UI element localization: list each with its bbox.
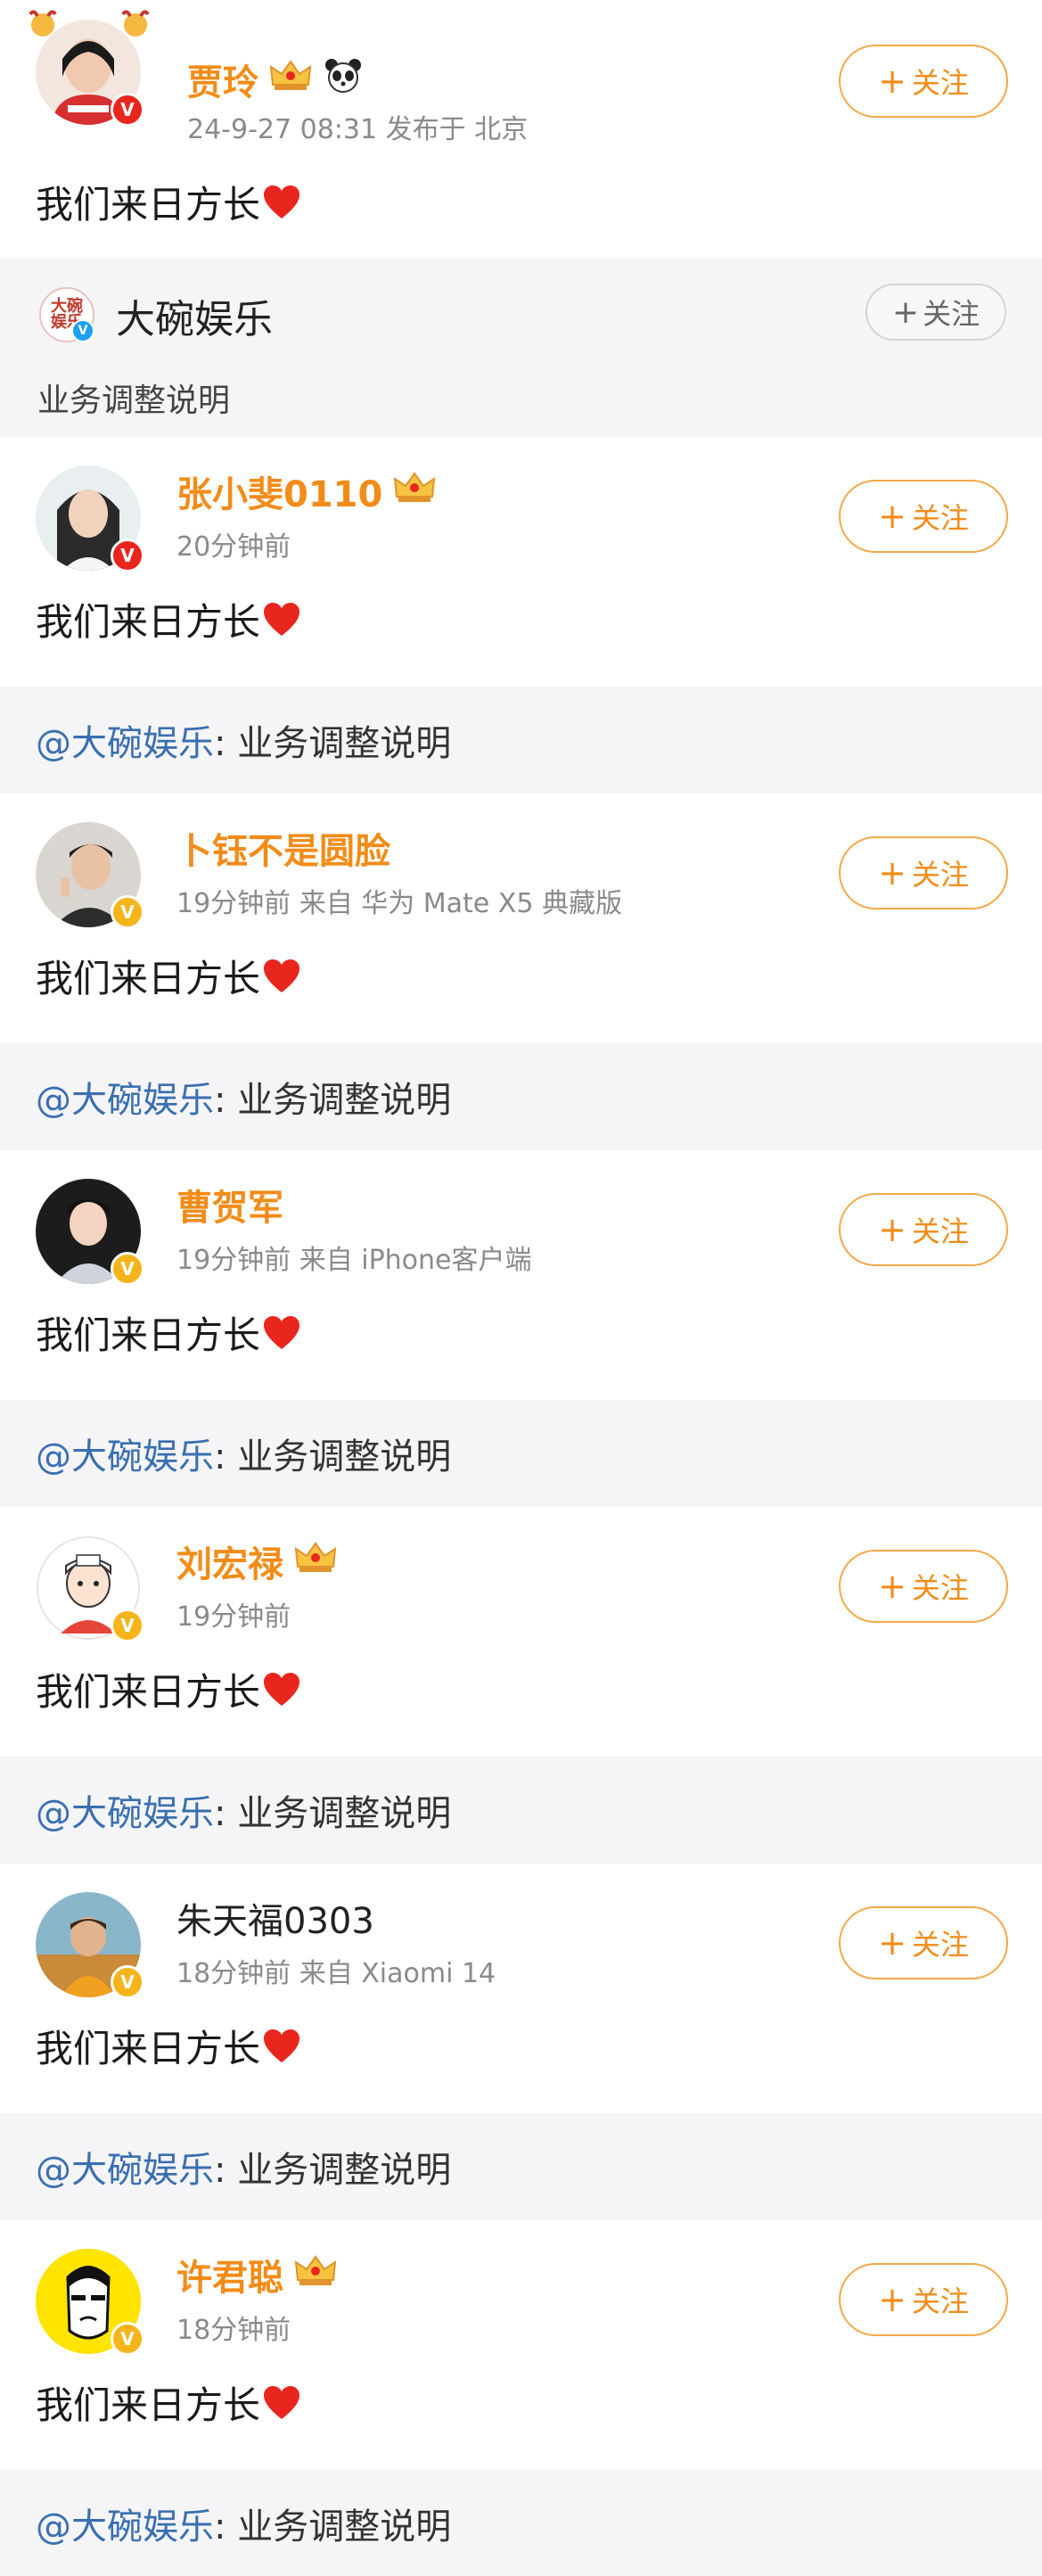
- verified-gold-icon: V: [111, 895, 144, 929]
- heart-icon: [264, 2385, 300, 2419]
- quoted-source-bar[interactable]: @大碗娱乐 : 业务调整说明: [0, 1043, 1042, 1150]
- author-name[interactable]: 曹贺军: [176, 1179, 283, 1230]
- follow-button[interactable]: + 关注: [839, 1550, 1008, 1623]
- plus-icon: +: [878, 853, 907, 893]
- post-meta: 19分钟前 来自 华为 Mate X5 典藏版: [176, 888, 622, 919]
- top-post: V 贾玲 24-9-27 08:31 发布于 北京 + 关注 我们来日方长: [0, 0, 1042, 259]
- panda-icon: [323, 56, 364, 103]
- mention-link[interactable]: @大碗娱乐: [36, 1071, 214, 1123]
- heart-icon: [264, 2029, 300, 2062]
- heart-icon: [264, 602, 300, 636]
- post-content: 我们来日方长: [36, 592, 301, 646]
- ox-decoration-icon: [29, 10, 57, 37]
- post-meta: 18分钟前 来自 Xiaomi 14: [176, 1958, 496, 1989]
- heart-icon: [264, 1315, 300, 1349]
- author-name[interactable]: 刘宏禄: [176, 1535, 339, 1587]
- repost-item: V 张小斐0110 20分钟前 + 关注 我们来日方长: [0, 437, 1042, 678]
- author-name[interactable]: 贾玲: [187, 53, 364, 105]
- source-post[interactable]: 大碗娱乐 V 大碗娱乐 + 关注 业务调整说明: [0, 259, 1042, 437]
- quoted-source-bar[interactable]: @大碗娱乐 : 业务调整说明: [0, 2470, 1042, 2576]
- quoted-source-bar[interactable]: @大碗娱乐 : 业务调整说明: [0, 2113, 1042, 2220]
- post-meta: 18分钟前: [176, 2315, 291, 2346]
- avatar[interactable]: V: [36, 1535, 144, 1642]
- quoted-text: : 业务调整说明: [214, 723, 452, 764]
- verified-red-icon: V: [111, 539, 144, 572]
- follow-button[interactable]: + 关注: [839, 1906, 1008, 1979]
- quoted-source-bar[interactable]: @大碗娱乐 : 业务调整说明: [0, 1400, 1042, 1507]
- heart-icon: [264, 185, 300, 218]
- verified-gold-icon: V: [111, 1609, 144, 1642]
- crown-badge-icon: [391, 468, 438, 514]
- heart-icon: [264, 959, 300, 992]
- post-meta: 24-9-27 08:31 发布于 北京: [187, 114, 529, 145]
- plus-icon: +: [878, 1923, 907, 1963]
- avatar[interactable]: V: [36, 465, 144, 572]
- verified-red-icon: V: [111, 93, 144, 127]
- quoted-source-bar[interactable]: @大碗娱乐 : 业务调整说明: [0, 687, 1042, 794]
- post-meta: 19分钟前 来自 iPhone客户端: [176, 1245, 532, 1276]
- follow-button[interactable]: + 关注: [839, 836, 1008, 909]
- verified-gold-icon: V: [111, 1965, 144, 1999]
- quoted-text: : 业务调整说明: [214, 2150, 452, 2191]
- author-name[interactable]: 卜钰不是圆脸: [176, 822, 390, 874]
- source-logo[interactable]: 大碗娱乐 V: [39, 287, 94, 342]
- author-name[interactable]: 许君聪: [176, 2249, 339, 2300]
- avatar[interactable]: V: [36, 1179, 144, 1286]
- quoted-text: : 业务调整说明: [214, 2506, 452, 2547]
- repost-item: V 朱天福0303 18分钟前 来自 Xiaomi 14 + 关注 我们来日方长: [0, 1864, 1042, 2104]
- repost-item: V 许君聪 18分钟前 + 关注 我们来日方长: [0, 2220, 1042, 2461]
- post-content: 我们来日方长: [36, 2375, 301, 2430]
- plus-icon: +: [891, 293, 920, 331]
- author-name[interactable]: 张小斐0110: [176, 465, 438, 517]
- crown-badge-icon: [292, 2251, 339, 2298]
- mention-link[interactable]: @大碗娱乐: [36, 1784, 214, 1836]
- follow-button[interactable]: + 关注: [839, 2263, 1008, 2336]
- quoted-text: : 业务调整说明: [214, 1436, 452, 1477]
- avatar[interactable]: V: [36, 1892, 144, 1999]
- mention-link[interactable]: @大碗娱乐: [36, 714, 214, 766]
- avatar[interactable]: V: [29, 10, 150, 127]
- post-content: 我们来日方长: [36, 1662, 301, 1716]
- plus-icon: +: [878, 1210, 907, 1249]
- source-name[interactable]: 大碗娱乐: [116, 287, 273, 344]
- avatar[interactable]: V: [36, 822, 144, 929]
- plus-icon: +: [878, 1567, 907, 1606]
- post-content: 我们来日方长: [36, 175, 301, 229]
- quoted-source-bar[interactable]: @大碗娱乐 : 业务调整说明: [0, 1757, 1042, 1864]
- repost-item: V 曹贺军 19分钟前 来自 iPhone客户端 + 关注 我们来日方长: [0, 1150, 1042, 1391]
- crown-badge-icon: [292, 1538, 339, 1584]
- post-content: 我们来日方长: [36, 949, 301, 1003]
- verified-gold-icon: V: [111, 2322, 144, 2356]
- weibo-feed: V 贾玲 24-9-27 08:31 发布于 北京 + 关注 我们来日方长 大碗…: [0, 0, 1042, 2576]
- post-content: 我们来日方长: [36, 2019, 301, 2073]
- source-follow-button[interactable]: + 关注: [866, 284, 1006, 341]
- avatar[interactable]: V: [36, 2249, 144, 2356]
- repost-item: V 卜钰不是圆脸 19分钟前 来自 华为 Mate X5 典藏版 + 关注 我们…: [0, 794, 1042, 1034]
- crown-badge-icon: [267, 56, 314, 103]
- repost-item: V 刘宏禄 19分钟前 + 关注 我们来日方长: [0, 1507, 1042, 1748]
- post-content: 我们来日方长: [36, 1305, 301, 1360]
- ox-decoration-icon: [121, 10, 150, 37]
- quoted-text: : 业务调整说明: [214, 1793, 452, 1834]
- source-text: 业务调整说明: [37, 383, 231, 419]
- plus-icon: +: [878, 497, 907, 536]
- follow-button[interactable]: + 关注: [839, 45, 1008, 118]
- mention-link[interactable]: @大碗娱乐: [36, 2141, 214, 2193]
- quoted-text: : 业务调整说明: [214, 1080, 452, 1121]
- verified-gold-icon: V: [111, 1252, 144, 1286]
- plus-icon: +: [878, 2280, 907, 2319]
- author-name-text: 贾玲: [187, 62, 258, 103]
- mention-link[interactable]: @大碗娱乐: [36, 2498, 214, 2549]
- heart-icon: [264, 1672, 300, 1706]
- author-name[interactable]: 朱天福0303: [176, 1892, 374, 1944]
- follow-button[interactable]: + 关注: [839, 1193, 1008, 1266]
- follow-button[interactable]: + 关注: [839, 480, 1008, 553]
- post-meta: 20分钟前: [176, 531, 291, 563]
- plus-icon: +: [878, 62, 907, 101]
- verified-blue-icon: V: [71, 319, 94, 342]
- post-meta: 19分钟前: [176, 1601, 291, 1633]
- mention-link[interactable]: @大碗娱乐: [36, 1428, 214, 1479]
